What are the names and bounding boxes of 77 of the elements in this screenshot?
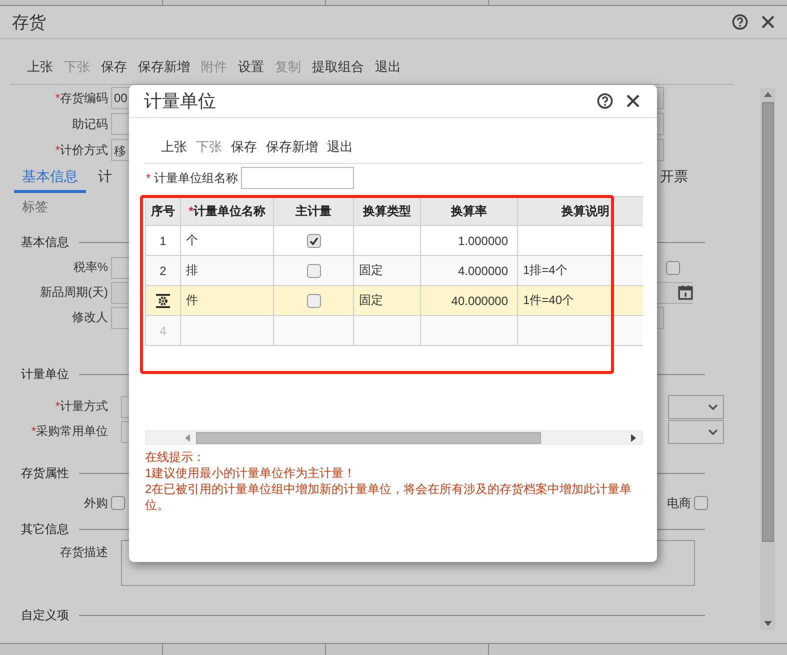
column-header: 换算说明 bbox=[518, 196, 643, 226]
field-label: 新品周期(天) bbox=[39, 284, 108, 301]
scrollbar[interactable] bbox=[760, 88, 775, 630]
select-field[interactable] bbox=[668, 420, 724, 444]
field-label: 助记码 bbox=[71, 116, 108, 132]
toolbar-button[interactable]: 上张 bbox=[161, 138, 187, 156]
select-field[interactable] bbox=[668, 394, 724, 418]
checkbox[interactable] bbox=[306, 234, 320, 248]
checkbox[interactable] bbox=[306, 264, 320, 278]
scrollbar[interactable] bbox=[145, 430, 643, 445]
toolbar-button[interactable]: 提取组合 bbox=[312, 58, 364, 76]
column-header: 换算率 bbox=[420, 196, 518, 226]
toolbar-button[interactable]: 保存 bbox=[101, 58, 127, 76]
field-label: 修改人 bbox=[71, 309, 108, 326]
arrow-up-icon[interactable] bbox=[764, 92, 772, 97]
field-label: 存货描述 bbox=[59, 544, 108, 561]
arrow-left-icon[interactable] bbox=[185, 434, 190, 442]
tab[interactable]: 标签 bbox=[22, 198, 48, 216]
tab[interactable]: 计 bbox=[90, 165, 120, 193]
table-cell: 固定 bbox=[359, 293, 383, 307]
table-cell: 排 bbox=[186, 263, 198, 277]
toolbar-button[interactable]: 保存 bbox=[231, 138, 257, 156]
table-cell: 1排=4个 bbox=[523, 263, 568, 277]
table-cell: 40.000000 bbox=[451, 294, 508, 308]
checkbox[interactable] bbox=[666, 260, 680, 274]
field-label: 税率% bbox=[72, 259, 108, 276]
table-cell: 个 bbox=[186, 233, 198, 247]
table-cell: 1 bbox=[160, 234, 166, 248]
gear-icon[interactable] bbox=[155, 294, 171, 308]
arrow-down-icon[interactable] bbox=[764, 621, 772, 626]
chevron-down-icon bbox=[708, 404, 718, 410]
toolbar-button[interactable]: 退出 bbox=[375, 58, 401, 76]
toolbar-button[interactable]: 保存新增 bbox=[138, 58, 190, 76]
help-icon[interactable] bbox=[732, 14, 748, 30]
chevron-down-icon bbox=[708, 428, 718, 434]
checkbox-label: 电商 bbox=[667, 494, 691, 512]
section-title: 其它信息 bbox=[21, 520, 69, 538]
close-icon[interactable] bbox=[626, 94, 640, 108]
hint-text: 2在已被引用的计量单位组中增加新的计量单位，将会在所有涉及的存货档案中增加此计量单位。 bbox=[145, 481, 633, 513]
hint-text: 1建议使用最小的计量单位作为主计量！ bbox=[145, 465, 357, 481]
field-label: *存货编码 bbox=[54, 90, 108, 106]
help-icon[interactable] bbox=[597, 93, 613, 109]
calendar-icon[interactable] bbox=[678, 285, 693, 300]
field-label: * 计量单位组名称 bbox=[146, 170, 238, 186]
field-label: *计价方式 bbox=[54, 142, 108, 158]
table-cell: 4.000000 bbox=[458, 264, 508, 278]
column-header: 主计量 bbox=[274, 196, 354, 226]
close-icon[interactable] bbox=[761, 15, 775, 29]
toolbar-button[interactable]: 保存新增 bbox=[266, 138, 318, 156]
section-title: 存货属性 bbox=[21, 464, 69, 482]
toolbar-button[interactable]: 设置 bbox=[238, 58, 264, 76]
table-cell: 4 bbox=[160, 324, 166, 338]
toolbar-button[interactable]: 退出 bbox=[327, 138, 353, 156]
table-cell: 件 bbox=[186, 293, 198, 307]
toolbar-button[interactable]: 上张 bbox=[27, 58, 53, 76]
dialog-title: 计量单位 bbox=[144, 90, 216, 113]
checkbox[interactable] bbox=[694, 496, 708, 510]
checkbox-label: 外购 bbox=[83, 494, 108, 512]
arrow-right-icon[interactable] bbox=[631, 434, 636, 442]
column-header: 换算类型 bbox=[354, 196, 420, 226]
hint-title: 在线提示： bbox=[145, 449, 206, 465]
field-label: *采购常用单位 bbox=[30, 423, 108, 440]
input-field[interactable] bbox=[241, 167, 354, 189]
checkbox[interactable] bbox=[306, 294, 320, 308]
column-header: *计量单位名称 bbox=[180, 196, 274, 226]
section-title: 自定义项 bbox=[21, 606, 69, 624]
table-cell: 1件=40个 bbox=[523, 293, 574, 307]
column-header: 序号 bbox=[146, 196, 180, 226]
checkbox[interactable] bbox=[111, 496, 125, 510]
section-title: 基本信息 bbox=[21, 234, 69, 250]
section-title: 计量单位 bbox=[21, 366, 69, 382]
tab[interactable]: 开票 bbox=[660, 165, 688, 193]
table-cell: 1.000000 bbox=[458, 234, 508, 248]
field-label: *计量方式 bbox=[54, 398, 108, 415]
table-cell: 2 bbox=[160, 264, 166, 278]
window-title: 存货 bbox=[12, 12, 46, 34]
table-cell: 固定 bbox=[359, 263, 383, 277]
